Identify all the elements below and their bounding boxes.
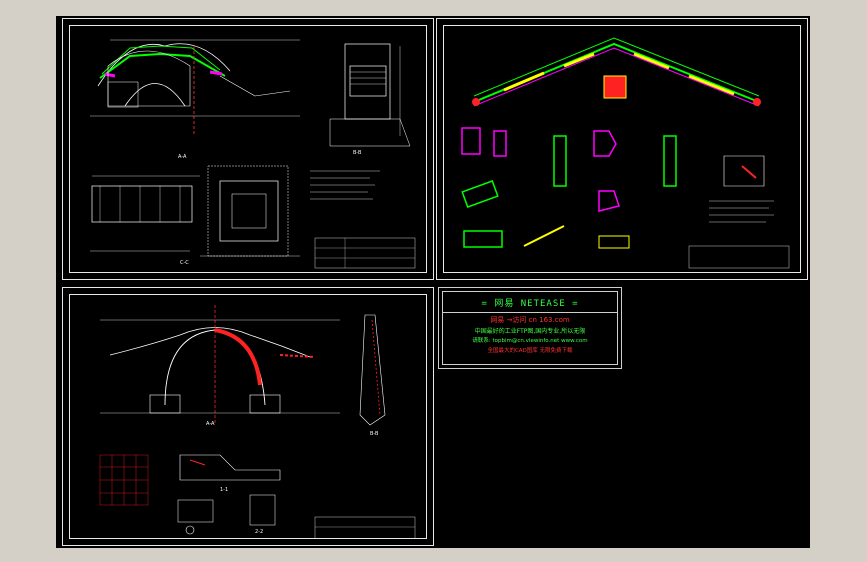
netease-title: = 网易 NETEASE = (481, 299, 579, 309)
railing-detail-drawing (461, 37, 790, 269)
netease-line-2: 中国最好的工业FTP图,国内专业,所以无限 (474, 328, 586, 335)
divider (443, 312, 617, 313)
sheet-frame (443, 25, 801, 273)
drawing-sheet-arch-section[interactable]: A-A B-B 1-1 2-2 (62, 287, 434, 546)
netease-line-1: 网易 →访问 cn 163.com (490, 316, 570, 324)
drawing-sheet-bridge-railing-details[interactable] (436, 18, 808, 280)
section-label-a: A-A (206, 421, 215, 427)
section-label-2: 2-2 (255, 529, 263, 535)
section-label-c: C-C (180, 260, 189, 266)
drawing-sheet-stone-arch-bridge[interactable]: A-A B-B C-C (62, 18, 434, 280)
arch-section-drawing: A-A B-B 1-1 2-2 (99, 305, 416, 538)
sheet-frame: A-A B-B C-C (69, 25, 427, 273)
netease-line-4: 全国最大的CAD图库 无限免费下载 (487, 348, 573, 354)
netease-watermark-stamp: = 网易 NETEASE = 网易 →访问 cn 163.com 中国最好的工业… (438, 287, 622, 369)
section-label-a: A-A (178, 154, 187, 160)
cad-model-viewport[interactable]: A-A B-B C-C A-A B-B 1-1 2-2 = 网易 NETEASE… (56, 16, 810, 548)
section-label-1: 1-1 (220, 487, 228, 493)
section-label-b: B-B (370, 431, 379, 437)
section-label-b: B-B (353, 150, 362, 156)
bridge-elevation-drawing: A-A B-B C-C (90, 39, 416, 269)
sheet-frame: A-A B-B 1-1 2-2 (69, 294, 427, 539)
netease-line-3: 请联系: topbim@cn.viewinfo.net www.com (472, 338, 588, 344)
